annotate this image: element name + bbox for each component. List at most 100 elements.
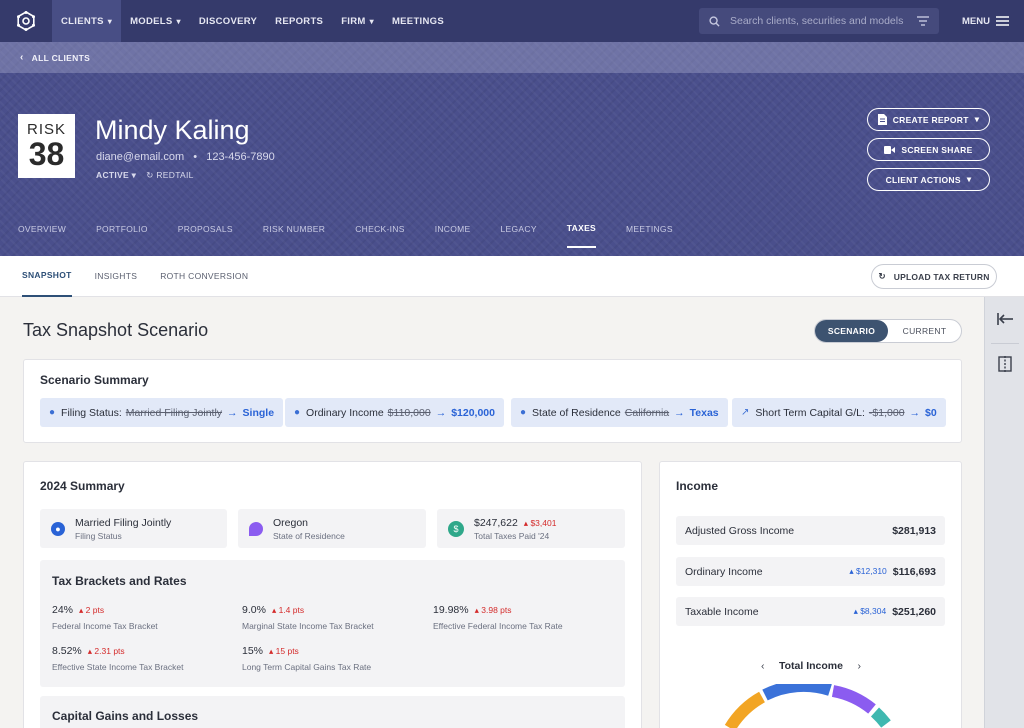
- chip-old-value: Married Filing Jointly: [125, 406, 223, 419]
- dollar-icon: ●: [294, 407, 301, 418]
- screen-share-label: SCREEN SHARE: [901, 144, 973, 155]
- chevron-left-icon[interactable]: ‹: [20, 52, 24, 63]
- tab-income[interactable]: INCOME: [435, 218, 471, 248]
- app-logo-icon[interactable]: [0, 0, 52, 42]
- nav-firm[interactable]: FIRM ▾: [332, 0, 383, 42]
- all-clients-link[interactable]: ALL CLIENTS: [32, 53, 90, 63]
- client-email: diane@email.com: [96, 151, 185, 163]
- location-pin-icon: [249, 521, 263, 536]
- chip-new-value: Single: [242, 406, 275, 419]
- tax-brackets-title: Tax Brackets and Rates: [52, 574, 187, 588]
- tab-legacy[interactable]: LEGACY: [501, 218, 537, 248]
- client-header: ‹ ALL CLIENTS RISK 38 Mindy Kaling diane…: [0, 42, 1024, 256]
- state-residence-box: Oregon State of Residence: [238, 509, 426, 548]
- tab-check-ins[interactable]: CHECK-INS: [355, 218, 404, 248]
- collapse-panel-icon[interactable]: [996, 310, 1014, 328]
- status-dropdown[interactable]: ACTIVE ▾: [96, 170, 136, 181]
- chip-new-value: $120,000: [451, 406, 495, 419]
- delta-value: 1.4 pts: [278, 605, 305, 615]
- chevron-down-icon: ▾: [176, 16, 181, 26]
- search-placeholder: Search clients, securities and models: [730, 15, 904, 27]
- document-icon: [877, 114, 887, 125]
- chevron-down-icon: ▾: [107, 16, 113, 26]
- donut-segment: [831, 685, 876, 714]
- client-tabs: OVERVIEW PORTFOLIO PROPOSALS RISK NUMBER…: [18, 218, 703, 248]
- scenario-current-toggle[interactable]: SCENARIO CURRENT: [814, 319, 962, 343]
- rate-value: 15%: [242, 645, 264, 657]
- chip-label: Filing Status:: [61, 406, 122, 419]
- increase-delta: ▴ $3,401: [523, 517, 557, 528]
- tab-meetings[interactable]: MEETINGS: [626, 218, 673, 248]
- menu-button[interactable]: MENU: [962, 0, 1009, 42]
- chevron-right-icon[interactable]: ›: [857, 660, 861, 672]
- delta-value: 15 pts: [275, 646, 299, 656]
- delta-value: $12,310: [856, 566, 887, 576]
- chip-old-value: California: [624, 406, 670, 419]
- total-income-pager: ‹ Total Income ›: [761, 660, 861, 672]
- nav-reports[interactable]: REPORTS: [266, 0, 332, 42]
- capital-gains-title: Capital Gains and Losses: [52, 709, 199, 723]
- chevron-down-icon: ▾: [369, 16, 374, 26]
- upload-tax-return-button[interactable]: ↻ UPLOAD TAX RETURN: [871, 264, 997, 289]
- tab-portfolio[interactable]: PORTFOLIO: [96, 218, 148, 248]
- rate-label: Long Term Capital Gains Tax Rate: [242, 662, 372, 672]
- location-icon: ●: [520, 407, 527, 418]
- top-nav: CLIENTS ▾ MODELS ▾ DISCOVERY REPORTS FIRM ▾…: [0, 0, 1024, 42]
- income-row-ordinary: Ordinary Income ▴ $12,310 $116,693: [676, 557, 945, 586]
- income-row-label: Taxable Income: [685, 605, 759, 618]
- total-income-title: Total Income: [779, 660, 843, 672]
- chevron-left-icon[interactable]: ‹: [761, 660, 765, 672]
- income-row-label: Adjusted Gross Income: [685, 524, 795, 537]
- tab-insights[interactable]: INSIGHTS: [95, 256, 138, 297]
- create-report-label: CREATE REPORT: [892, 114, 969, 125]
- rate-value: 9.0%: [242, 604, 266, 616]
- info-label: Filing Status: [75, 530, 122, 541]
- client-actions-button[interactable]: CLIENT ACTIONS ▾: [867, 168, 990, 191]
- rate-value: 24%: [52, 604, 74, 616]
- nav-clients[interactable]: CLIENTS ▾: [52, 0, 122, 42]
- donut-segment: [762, 684, 832, 701]
- chevron-down-icon: ▾: [131, 170, 137, 180]
- chevron-down-icon: ▾: [974, 114, 980, 124]
- nav-discovery[interactable]: DISCOVERY: [190, 0, 266, 42]
- increase-delta: ▴ 2 pts: [79, 605, 105, 615]
- rate-item: 15% ▴ 15 pts Long Term Capital Gains Tax …: [242, 645, 371, 672]
- chip-new-value: Texas: [689, 406, 719, 419]
- rate-label: Marginal State Income Tax Bracket: [242, 621, 374, 631]
- tab-roth-conversion[interactable]: ROTH CONVERSION: [160, 256, 248, 297]
- page-title: Tax Snapshot Scenario: [23, 320, 209, 340]
- tab-proposals[interactable]: PROPOSALS: [178, 218, 233, 248]
- tab-risk-number[interactable]: RISK NUMBER: [263, 218, 325, 248]
- rate-item: 8.52% ▴ 2.31 pts Effective State Income T…: [52, 645, 184, 672]
- risk-number: 38: [28, 136, 65, 172]
- trend-icon: ↗: [741, 407, 750, 418]
- info-value-row: $247,622 ▴ $3,401: [474, 517, 556, 529]
- current-option[interactable]: CURRENT: [888, 320, 961, 342]
- nav-label: DISCOVERY: [198, 15, 258, 27]
- info-label: Total Taxes Paid '24: [474, 530, 550, 541]
- create-report-button[interactable]: CREATE REPORT ▾: [867, 108, 990, 131]
- donut-segment: [870, 707, 891, 728]
- summary-2024-title: 2024 Summary: [40, 479, 125, 493]
- nav-label: FIRM: [341, 15, 366, 27]
- redtail-sync[interactable]: ↻ REDTAIL: [146, 170, 193, 181]
- increase-delta: ▴ $12,310: [849, 566, 887, 576]
- upload-label: UPLOAD TAX RETURN: [893, 271, 990, 282]
- delta-value: 2 pts: [85, 605, 105, 615]
- global-search-input[interactable]: Search clients, securities and models: [699, 8, 939, 34]
- split-view-icon[interactable]: [996, 355, 1014, 373]
- nav-label: REPORTS: [275, 15, 324, 27]
- tab-taxes[interactable]: TAXES: [566, 218, 597, 248]
- screen-share-button[interactable]: SCREEN SHARE: [867, 138, 990, 161]
- filing-status-box: ● Married Filing Jointly Filing Status: [40, 509, 227, 548]
- nav-models[interactable]: MODELS ▾: [121, 0, 190, 42]
- chevron-down-icon: ▾: [966, 174, 972, 184]
- tab-overview[interactable]: OVERVIEW: [18, 218, 66, 248]
- nav-meetings[interactable]: MEETINGS: [383, 0, 453, 42]
- person-icon: ●: [49, 407, 56, 418]
- tab-snapshot[interactable]: SNAPSHOT: [22, 256, 72, 297]
- rail-divider: [991, 343, 1019, 344]
- filter-icon[interactable]: [917, 16, 929, 26]
- scenario-option[interactable]: SCENARIO: [815, 320, 888, 342]
- income-row-value: $116,693: [892, 565, 936, 578]
